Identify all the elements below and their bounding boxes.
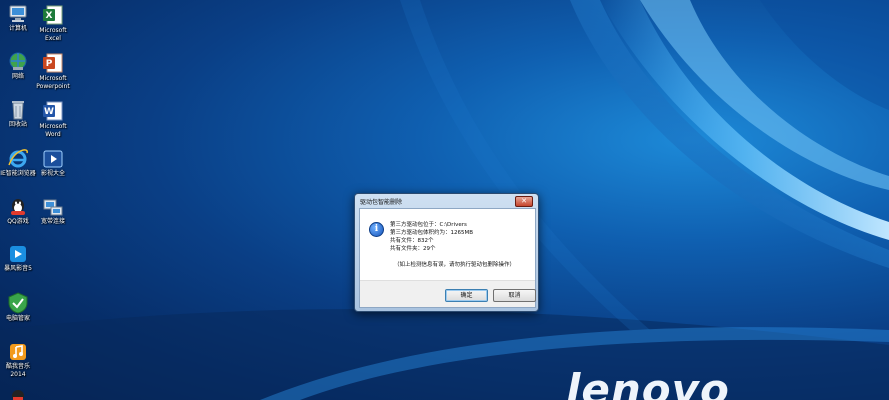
desktop-icon-video[interactable]: 影视大全 <box>31 149 75 178</box>
qq-game-icon <box>11 199 25 215</box>
ok-button[interactable]: 确定 <box>445 289 488 302</box>
qq-icon <box>12 390 24 400</box>
dialog-footer: 确定 取消 <box>360 280 536 307</box>
lenovo-logo: lenovo <box>566 365 730 400</box>
info-icon: i <box>369 222 384 237</box>
desktop-icon-label: Microsoft Word <box>39 123 67 138</box>
computer-icon <box>9 5 27 22</box>
powerpoint-icon: P <box>43 53 63 73</box>
desktop-icon-kuwo-music[interactable]: 酷我音乐 2014 <box>0 342 40 379</box>
ie-browser-icon <box>8 149 28 168</box>
close-button[interactable]: ✕ <box>515 196 533 207</box>
pc-manager-icon <box>8 292 28 314</box>
desktop-icon-label: 影视大全 <box>40 170 65 177</box>
dialog-body: i 第三方驱动包位于：C:\Drivers 第三方驱动包体积约为：1265MB … <box>359 208 536 308</box>
svg-text:X: X <box>46 11 53 21</box>
excel-icon: X <box>43 5 63 25</box>
driver-delete-dialog: 驱动包智能删除 ✕ i 第三方驱动包位于：C:\Drivers 第三方驱动包体积… <box>354 193 539 312</box>
message-line: 共有文件夹：29个 <box>390 246 436 252</box>
kuwo-music-icon <box>10 344 26 360</box>
network-icon <box>9 52 27 70</box>
desktop-icon-broadband[interactable]: 宽带连接 <box>31 197 75 226</box>
storm-player-icon <box>10 246 26 262</box>
desktop-icon-label: Microsoft Excel <box>39 27 67 42</box>
desktop-icon-qq[interactable] <box>0 388 40 400</box>
svg-text:P: P <box>46 59 53 69</box>
desktop: 计算机 X Microsoft Excel 网络 P Microsoft Pow… <box>0 0 889 400</box>
cancel-button[interactable]: 取消 <box>493 289 536 302</box>
desktop-icon-label: 电脑管家 <box>5 315 30 322</box>
desktop-icon-pc-manager[interactable]: 电脑管家 <box>0 292 40 323</box>
desktop-icon-label: 暴风影音5 <box>4 265 32 272</box>
desktop-icon-label: Microsoft Powerpoint <box>36 75 70 90</box>
desktop-icon-excel[interactable]: X Microsoft Excel <box>31 4 75 43</box>
dialog-title: 驱动包智能删除 <box>360 199 403 206</box>
word-icon: W <box>43 101 63 121</box>
message-line: 第三方驱动包体积约为：1265MB <box>390 230 474 236</box>
desktop-icon-label: 宽带连接 <box>40 218 65 225</box>
recycle-bin-icon <box>12 101 24 120</box>
message-line: 共有文件：832个 <box>390 238 434 244</box>
video-icon <box>43 150 63 168</box>
desktop-icon-storm-player[interactable]: 暴风影音5 <box>0 244 40 273</box>
desktop-icon-word[interactable]: W Microsoft Word <box>31 100 75 139</box>
message-line: 第三方驱动包位于：C:\Drivers <box>390 222 467 228</box>
svg-text:W: W <box>44 107 54 117</box>
warning-line: （如上检测信息有误，请勿执行驱动包删除操作） <box>394 262 516 268</box>
desktop-icon-label: 酷我音乐 2014 <box>5 363 30 378</box>
broadband-icon <box>43 199 63 216</box>
desktop-icon-powerpoint[interactable]: P Microsoft Powerpoint <box>31 52 75 91</box>
close-icon: ✕ <box>521 197 527 205</box>
